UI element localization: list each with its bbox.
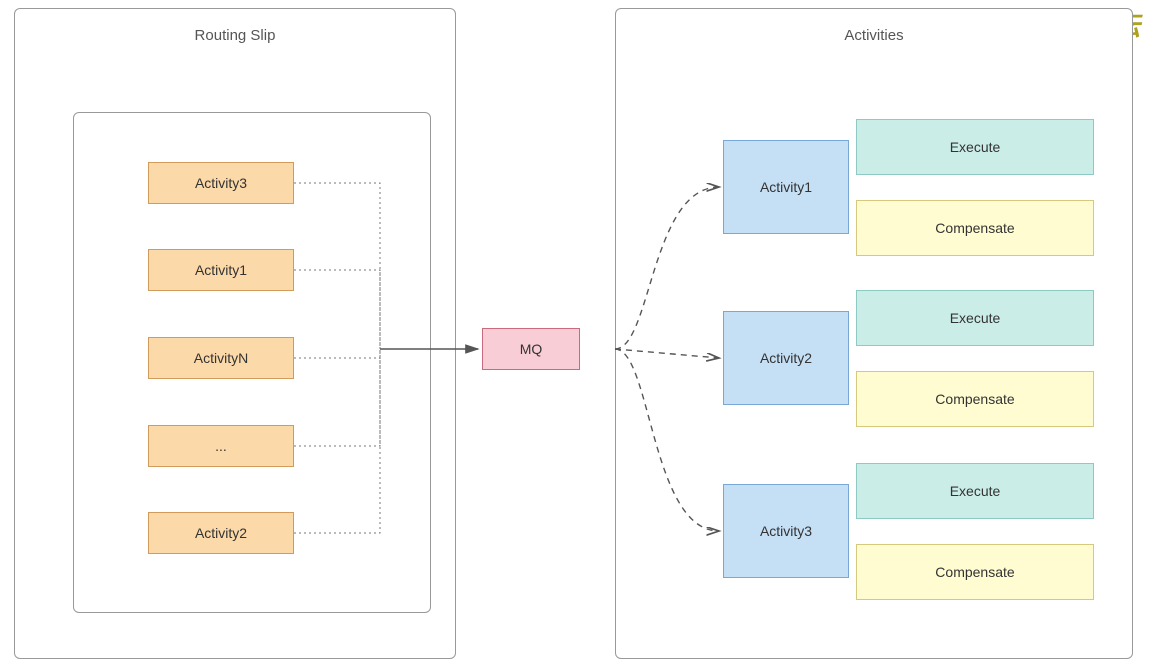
activity-1-compensate: Compensate bbox=[856, 200, 1094, 256]
activity-3-compensate: Compensate bbox=[856, 544, 1094, 600]
routing-item-1: Activity1 bbox=[148, 249, 294, 291]
activity-3-execute: Execute bbox=[856, 463, 1094, 519]
activities-title: Activities bbox=[616, 27, 1132, 44]
activity-1-box: Activity1 bbox=[723, 140, 849, 234]
activity-3-box: Activity3 bbox=[723, 484, 849, 578]
activity-1-execute: Execute bbox=[856, 119, 1094, 175]
routing-slip-title: Routing Slip bbox=[15, 27, 455, 44]
mq-box: MQ bbox=[482, 328, 580, 370]
activity-2-compensate: Compensate bbox=[856, 371, 1094, 427]
routing-item-2: ActivityN bbox=[148, 337, 294, 379]
routing-item-3: ... bbox=[148, 425, 294, 467]
activity-2-execute: Execute bbox=[856, 290, 1094, 346]
activity-2-box: Activity2 bbox=[723, 311, 849, 405]
routing-item-4: Activity2 bbox=[148, 512, 294, 554]
routing-item-0: Activity3 bbox=[148, 162, 294, 204]
routing-slip-panel: Routing Slip bbox=[14, 8, 456, 659]
